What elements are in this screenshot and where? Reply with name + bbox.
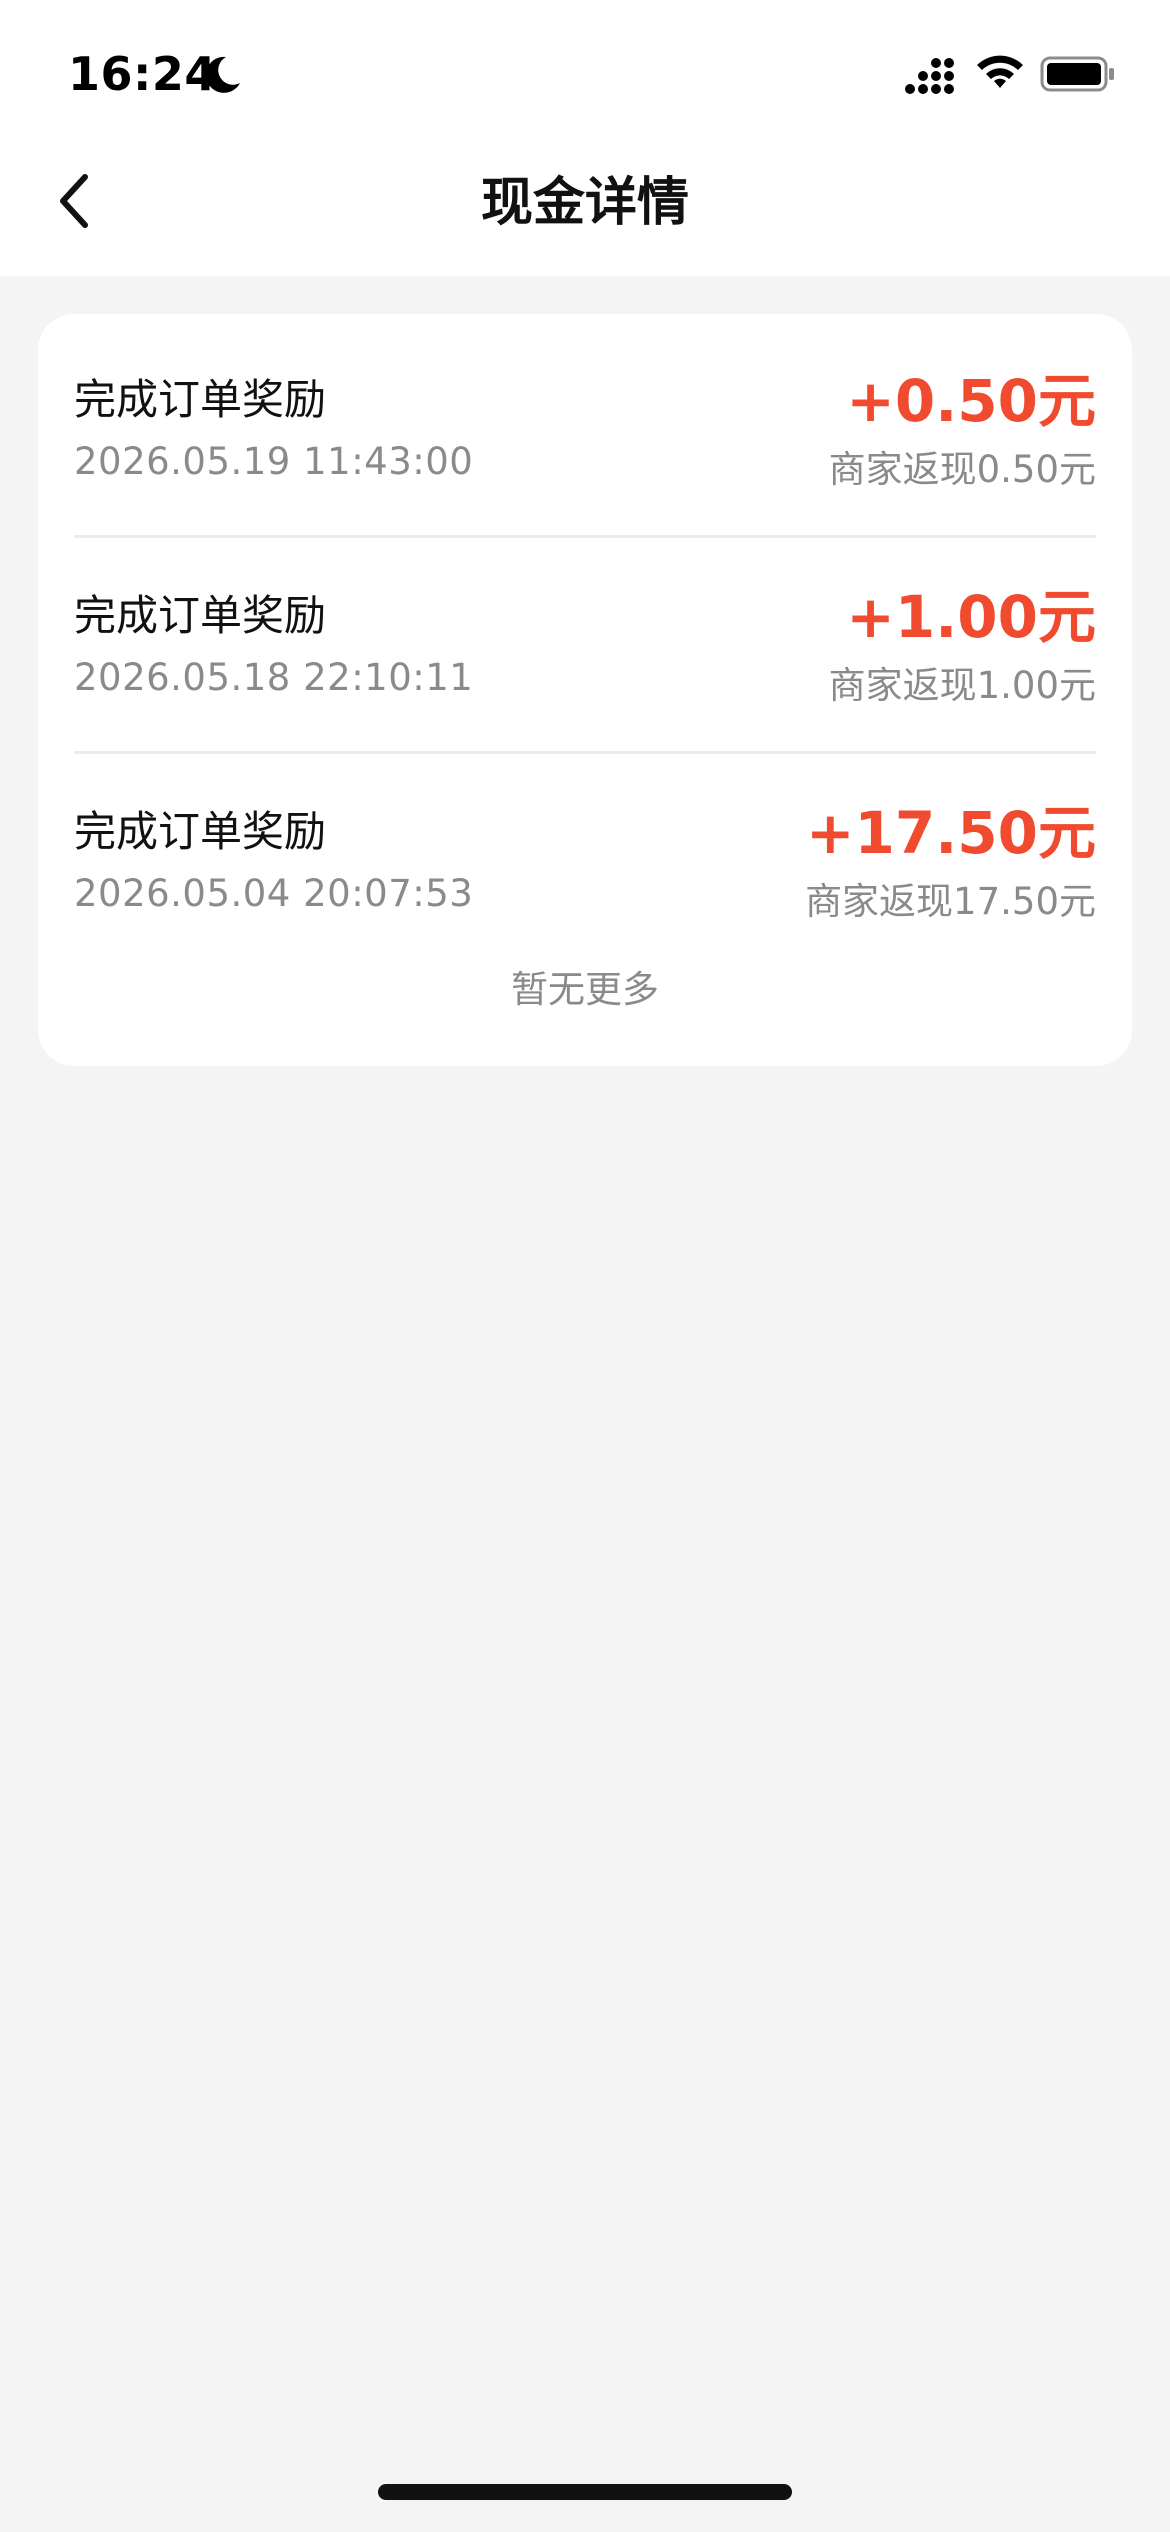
cash-record-list: 完成订单奖励 2026.05.19 11:43:00 +0.50元 商家返现0.…: [38, 314, 1132, 1066]
record-note: 商家返现1.00元: [828, 664, 1096, 707]
list-item[interactable]: 完成订单奖励 2026.05.04 20:07:53 +17.50元 商家返现1…: [74, 746, 1096, 961]
battery-icon: [1040, 56, 1114, 92]
wifi-icon: [977, 55, 1023, 88]
list-item[interactable]: 完成订单奖励 2026.05.19 11:43:00 +0.50元 商家返现0.…: [74, 314, 1096, 529]
page-title: 现金详情: [480, 173, 689, 233]
record-note: 商家返现0.50元: [828, 448, 1096, 491]
record-amount: +17.50元: [805, 799, 1096, 867]
moon-icon: [205, 56, 240, 93]
record-title: 完成订单奖励: [74, 807, 327, 856]
home-indicator[interactable]: [378, 2484, 792, 2500]
status-time: 16:24: [68, 47, 217, 101]
record-time: 2026.05.19 11:43:00: [74, 440, 474, 483]
record-title: 完成订单奖励: [74, 591, 327, 640]
record-note: 商家返现17.50元: [805, 880, 1096, 923]
signal-icon: [905, 58, 954, 94]
no-more-text: 暂无更多: [511, 968, 659, 1011]
list-item[interactable]: 完成订单奖励 2026.05.18 22:10:11 +1.00元 商家返现1.…: [74, 530, 1096, 745]
record-title: 完成订单奖励: [74, 375, 327, 424]
record-amount: +1.00元: [846, 583, 1096, 651]
record-amount: +0.50元: [846, 367, 1096, 435]
header-area: 16:24 现金详情: [0, 0, 1170, 276]
record-time: 2026.05.18 22:10:11: [74, 656, 474, 699]
record-time: 2026.05.04 20:07:53: [74, 872, 474, 915]
